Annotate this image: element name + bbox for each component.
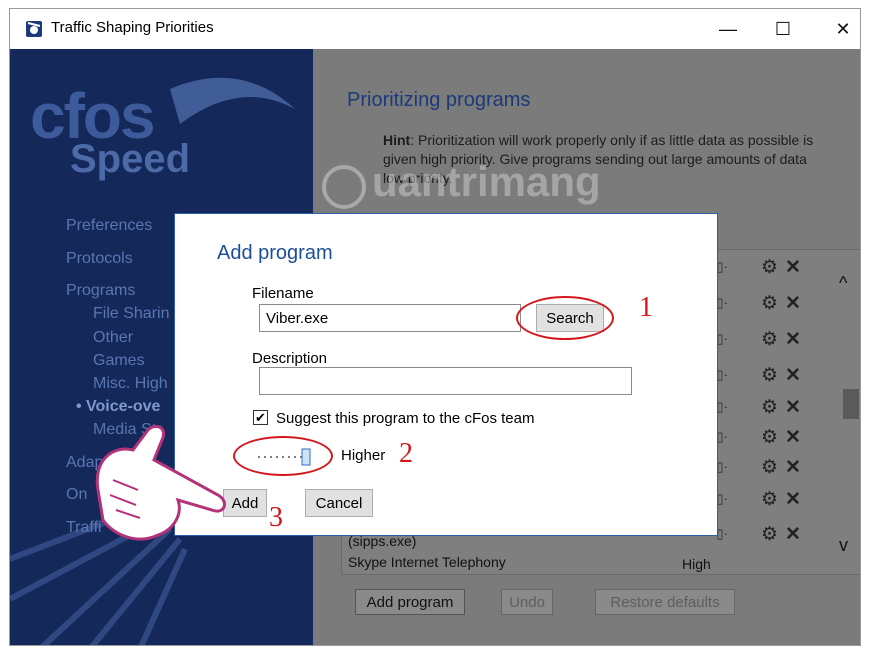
watermark: uantrimang bbox=[372, 158, 601, 205]
priority-label: Higher bbox=[341, 447, 386, 464]
delete-icon[interactable]: ✕ bbox=[785, 328, 801, 351]
scrollbar-thumb[interactable] bbox=[843, 389, 859, 419]
filename-label: Filename bbox=[252, 285, 314, 302]
delete-icon[interactable]: ✕ bbox=[785, 488, 801, 511]
annotation-number-1: 1 bbox=[639, 292, 653, 323]
sidebar-item-programs[interactable]: Programs bbox=[66, 282, 135, 300]
suggest-label: Suggest this program to the cFos team bbox=[276, 410, 535, 427]
delete-icon[interactable]: ✕ bbox=[785, 426, 801, 449]
suggest-checkbox[interactable]: ✔ bbox=[253, 410, 268, 425]
annotation-ellipse-slider bbox=[233, 436, 333, 476]
list-item-name: Skype Internet Telephony bbox=[348, 554, 506, 570]
gear-icon[interactable]: ⚙ bbox=[761, 488, 778, 511]
sidebar-item-file-sharing[interactable]: File Sharin bbox=[93, 305, 169, 323]
logo-speed: Speed bbox=[70, 137, 191, 181]
gear-icon[interactable]: ⚙ bbox=[761, 328, 778, 351]
dialog-title: Add program bbox=[217, 242, 333, 264]
restore-defaults-button[interactable]: Restore defaults bbox=[595, 589, 735, 615]
delete-icon[interactable]: ✕ bbox=[785, 396, 801, 419]
add-program-dialog: Add program Filename Viber.exe Search De… bbox=[174, 213, 718, 536]
description-input[interactable] bbox=[259, 367, 632, 395]
delete-icon[interactable]: ✕ bbox=[785, 364, 801, 387]
cancel-button[interactable]: Cancel bbox=[305, 489, 373, 517]
filename-input[interactable]: Viber.exe bbox=[259, 304, 521, 332]
page-title: Prioritizing programs bbox=[347, 89, 531, 111]
gear-icon[interactable]: ⚙ bbox=[761, 426, 778, 449]
gear-icon[interactable]: ⚙ bbox=[761, 292, 778, 315]
sidebar-item-other[interactable]: Other bbox=[93, 329, 133, 347]
title-bar: Traffic Shaping Priorities — ☐ ✕ bbox=[10, 9, 860, 49]
gear-icon[interactable]: ⚙ bbox=[761, 456, 778, 479]
description-label: Description bbox=[252, 350, 328, 367]
watermark-bulb-icon bbox=[322, 165, 366, 209]
gear-icon[interactable]: ⚙ bbox=[761, 396, 778, 419]
sidebar-item-online[interactable]: On bbox=[66, 486, 87, 504]
sidebar-item-misc-high[interactable]: Misc. High bbox=[93, 375, 168, 393]
minimize-button[interactable]: — bbox=[705, 12, 751, 46]
pointing-hand-icon bbox=[95, 424, 227, 541]
sidebar-item-preferences[interactable]: Preferences bbox=[66, 217, 152, 235]
annotation-ellipse-search bbox=[516, 296, 614, 340]
window-title: Traffic Shaping Priorities bbox=[51, 19, 214, 36]
maximize-button[interactable]: ☐ bbox=[760, 12, 806, 46]
app-icon bbox=[26, 21, 42, 37]
scroll-down-icon[interactable]: v bbox=[839, 535, 848, 556]
delete-icon[interactable]: ✕ bbox=[785, 456, 801, 479]
gear-icon[interactable]: ⚙ bbox=[761, 256, 778, 279]
add-program-button[interactable]: Add program bbox=[355, 589, 465, 615]
annotation-number-3: 3 bbox=[269, 502, 283, 533]
delete-icon[interactable]: ✕ bbox=[785, 523, 801, 546]
annotation-number-2: 2 bbox=[399, 438, 413, 469]
delete-icon[interactable]: ✕ bbox=[785, 256, 801, 279]
delete-icon[interactable]: ✕ bbox=[785, 292, 801, 315]
list-item-priority: High bbox=[682, 556, 711, 572]
sidebar-item-voice-over[interactable]: • Voice-ove bbox=[76, 398, 160, 416]
sidebar-item-games[interactable]: Games bbox=[93, 352, 145, 370]
gear-icon[interactable]: ⚙ bbox=[761, 364, 778, 387]
gear-icon[interactable]: ⚙ bbox=[761, 523, 778, 546]
scroll-up-icon[interactable]: ^ bbox=[839, 273, 847, 294]
hint-label: Hint bbox=[383, 132, 411, 148]
sidebar-item-protocols[interactable]: Protocols bbox=[66, 250, 133, 268]
close-button[interactable]: ✕ bbox=[820, 12, 860, 46]
undo-button[interactable]: Undo bbox=[501, 589, 553, 615]
